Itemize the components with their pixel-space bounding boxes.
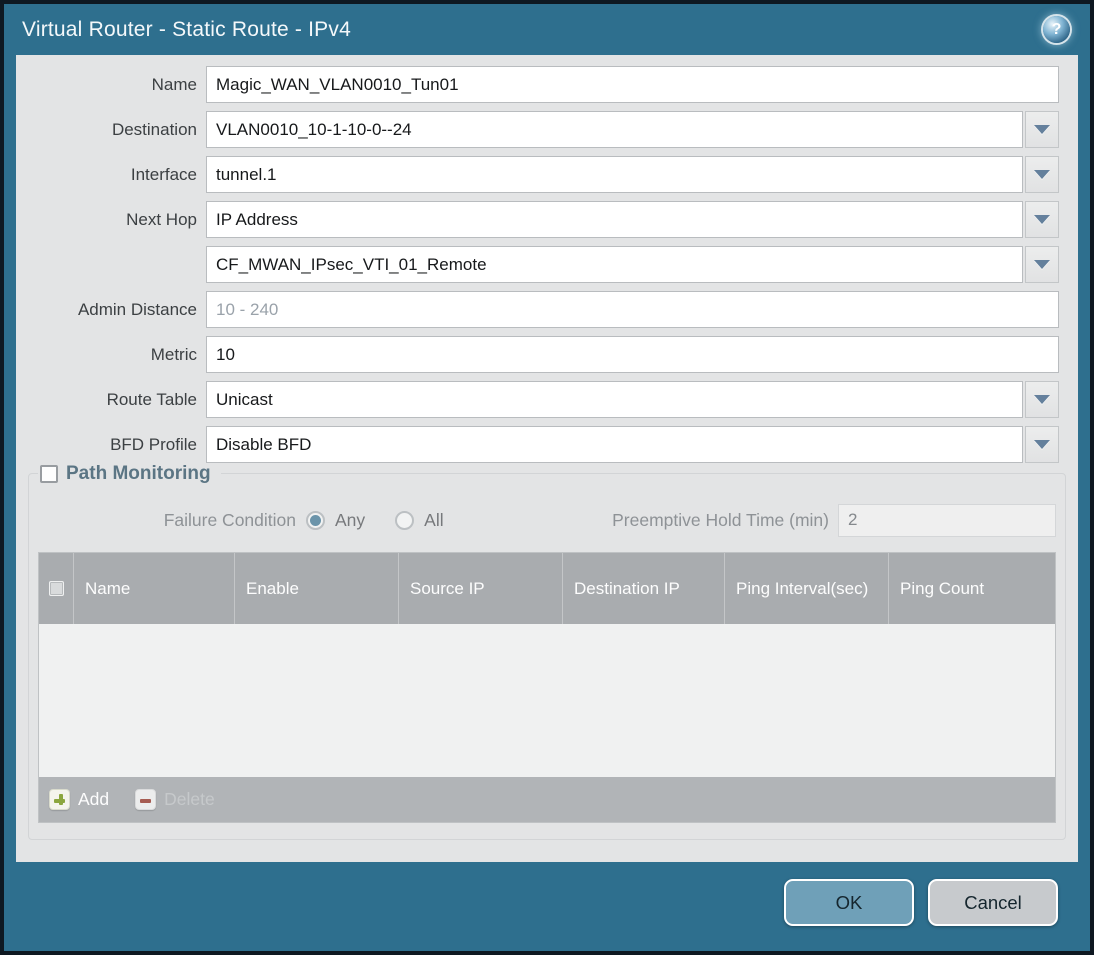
dialog-body: Name Destination Interface (16, 55, 1078, 862)
hold-time-input[interactable] (838, 503, 1056, 537)
bfd-profile-input[interactable] (206, 426, 1023, 463)
interface-input[interactable] (206, 156, 1023, 193)
chevron-down-icon (1034, 395, 1050, 404)
table-body-empty (39, 624, 1055, 777)
name-label: Name (151, 74, 197, 94)
cancel-button[interactable]: Cancel (928, 879, 1058, 926)
radio-any-icon (306, 510, 325, 530)
path-monitoring-title: Path Monitoring (66, 463, 211, 484)
delete-button[interactable]: Delete (135, 789, 215, 810)
column-header-enable[interactable]: Enable (234, 553, 398, 624)
column-header-name[interactable]: Name (73, 553, 234, 624)
title-bar: Virtual Router - Static Route - IPv4 ? (4, 4, 1090, 55)
column-header-source-ip[interactable]: Source IP (398, 553, 562, 624)
chevron-down-icon (1034, 125, 1050, 134)
radio-any[interactable]: Any (306, 510, 365, 531)
dialog-title: Virtual Router - Static Route - IPv4 (22, 17, 351, 41)
column-header-ping-interval[interactable]: Ping Interval(sec) (724, 553, 888, 624)
next-hop-address-input[interactable] (206, 246, 1023, 283)
dialog-window: Virtual Router - Static Route - IPv4 ? N… (0, 0, 1094, 955)
hold-time-group: Preemptive Hold Time (min) (612, 503, 1056, 537)
admin-distance-input[interactable] (206, 291, 1059, 328)
next-hop-label: Next Hop (126, 209, 197, 229)
interface-label: Interface (130, 164, 197, 184)
chevron-down-icon (1034, 260, 1050, 269)
interface-dropdown-button[interactable] (1025, 156, 1059, 193)
table-header-row: Name Enable Source IP Destination IP Pin… (39, 553, 1055, 624)
form-row-metric: Metric (16, 336, 1078, 373)
failure-condition-label: Failure Condition (163, 509, 296, 530)
form-row-route-table: Route Table (16, 381, 1078, 418)
route-table-input[interactable] (206, 381, 1023, 418)
radio-all[interactable]: All (395, 509, 444, 531)
minus-icon (135, 789, 157, 810)
delete-button-label: Delete (164, 789, 215, 809)
form-row-destination: Destination (16, 111, 1078, 148)
destination-input[interactable] (206, 111, 1023, 148)
column-header-destination-ip[interactable]: Destination IP (562, 553, 724, 624)
destination-dropdown-button[interactable] (1025, 111, 1059, 148)
path-monitoring-table: Name Enable Source IP Destination IP Pin… (38, 552, 1056, 823)
path-monitoring-section: Path Monitoring Failure Condition Any Al… (28, 463, 1066, 840)
metric-input[interactable] (206, 336, 1059, 373)
help-icon[interactable]: ? (1043, 16, 1070, 43)
next-hop-type-input[interactable] (206, 201, 1023, 238)
column-header-ping-count[interactable]: Ping Count (888, 553, 1055, 624)
form-row-next-hop-address (16, 246, 1078, 283)
select-all-checkbox[interactable] (48, 581, 64, 596)
route-table-label: Route Table (106, 389, 197, 409)
destination-label: Destination (111, 119, 197, 139)
radio-all-icon (395, 510, 415, 530)
route-table-dropdown-button[interactable] (1025, 381, 1059, 418)
add-button-label: Add (78, 789, 110, 809)
question-mark-glyph: ? (1051, 20, 1062, 38)
chevron-down-icon (1034, 215, 1050, 224)
select-all-checkbox-cell (39, 553, 73, 624)
bfd-profile-dropdown-button[interactable] (1025, 426, 1059, 463)
admin-distance-label: Admin Distance (77, 299, 197, 319)
form-row-admin-distance: Admin Distance (16, 291, 1078, 328)
next-hop-address-dropdown-button[interactable] (1025, 246, 1059, 283)
failure-condition-row: Failure Condition Any All Preemptive Hol… (38, 503, 1056, 537)
plus-icon (49, 789, 70, 810)
path-monitoring-checkbox[interactable] (40, 465, 58, 483)
name-input[interactable] (206, 66, 1059, 103)
ok-button[interactable]: OK (784, 879, 914, 926)
form-row-next-hop: Next Hop (16, 201, 1078, 238)
table-toolbar: Add Delete (39, 777, 1055, 822)
bfd-profile-label: BFD Profile (110, 434, 197, 454)
chevron-down-icon (1034, 440, 1050, 449)
hold-time-label: Preemptive Hold Time (min) (612, 509, 829, 530)
radio-all-label: All (424, 509, 444, 530)
radio-any-label: Any (335, 509, 366, 530)
chevron-down-icon (1034, 170, 1050, 179)
form-row-name: Name (16, 66, 1078, 103)
next-hop-type-dropdown-button[interactable] (1025, 201, 1059, 238)
add-button[interactable]: Add (49, 789, 109, 810)
form-row-interface: Interface (16, 156, 1078, 193)
form-row-bfd-profile: BFD Profile (16, 426, 1078, 463)
metric-label: Metric (150, 344, 197, 364)
dialog-footer: OK Cancel (4, 862, 1090, 951)
